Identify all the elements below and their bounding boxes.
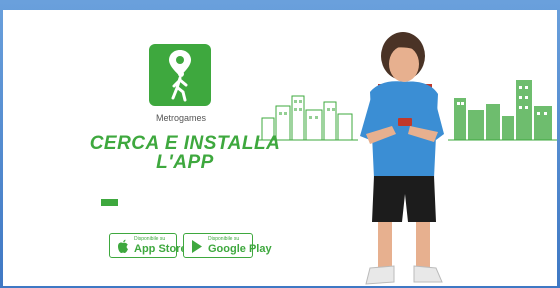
app-logo (149, 44, 211, 106)
google-play-small-label: Disponibile su (208, 236, 240, 242)
headline-line-2: L'APP (156, 152, 214, 173)
accent-dash (101, 199, 118, 206)
app-store-button[interactable]: Disponibile su App Store (109, 233, 187, 258)
walking-person-pin-icon (169, 50, 191, 102)
app-store-label: App Store (134, 243, 187, 255)
apple-icon (118, 239, 128, 253)
google-play-button[interactable]: Disponibile su Google Play (183, 233, 272, 258)
city-skyline-right (448, 80, 557, 141)
headline: CERCA E INSTALLA L'APP (65, 134, 305, 172)
app-store-small-label: Disponibile su (134, 236, 166, 242)
google-play-icon (192, 240, 202, 253)
app-name: Metrogames (155, 113, 207, 123)
google-play-label: Google Play (208, 243, 272, 255)
headline-line-1: CERCA E INSTALLA (89, 133, 281, 154)
video-frame: Metrogames CERCA E INSTALLA L'APP Dispon… (0, 0, 560, 288)
boy-with-smartphone-image (360, 32, 444, 285)
promo-card: Metrogames CERCA E INSTALLA L'APP Dispon… (3, 10, 557, 286)
